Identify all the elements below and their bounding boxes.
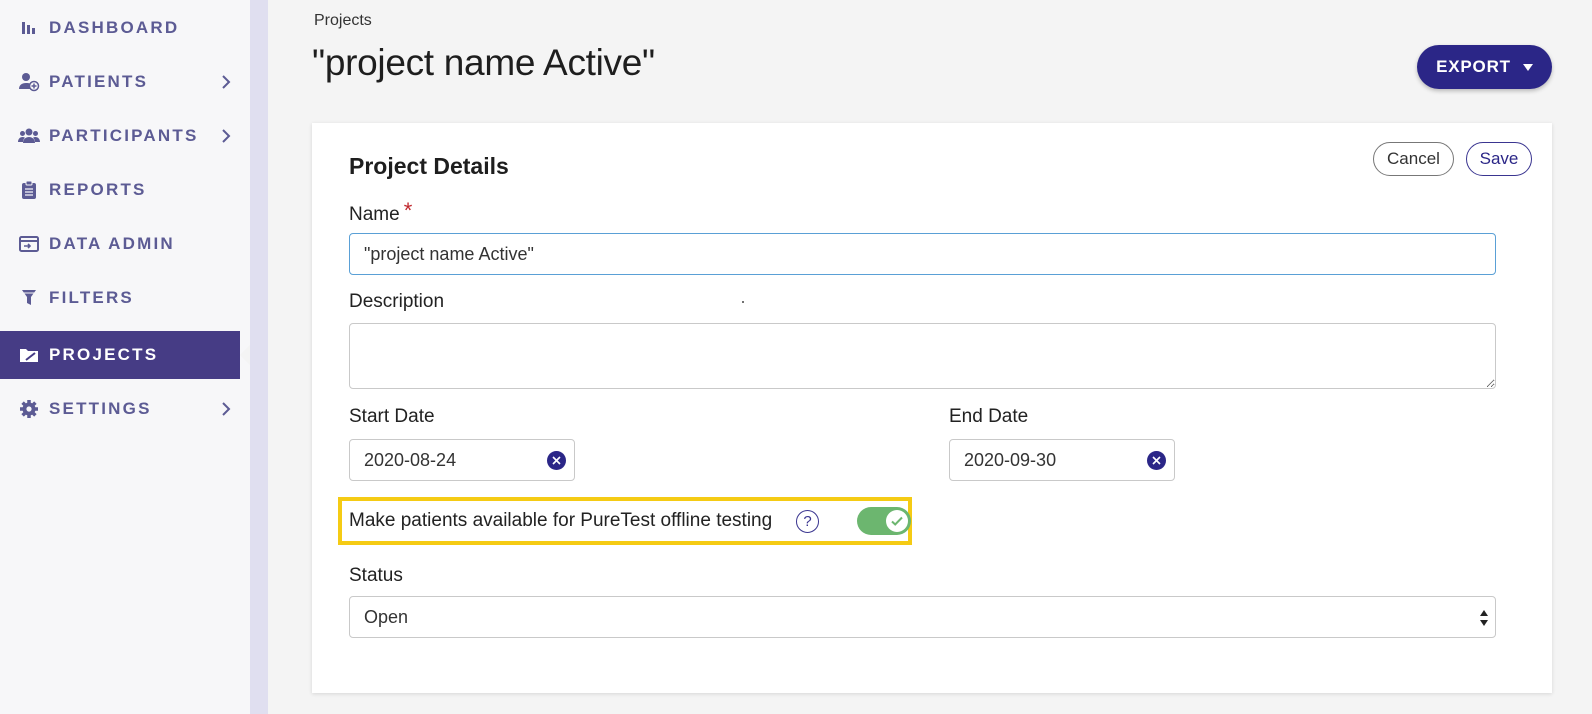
sidebar-item-label: PARTICIPANTS: [49, 126, 199, 145]
offline-testing-toggle[interactable]: [857, 507, 911, 535]
sidebar-item-label: FILTERS: [49, 288, 134, 307]
sidebar: DASHBOARD PATIENTS PARTICIPANTS REPORTS …: [0, 0, 250, 714]
add-user-icon: [18, 71, 40, 93]
sidebar-item-label: DATA ADMIN: [49, 234, 175, 253]
start-date-value: 2020-08-24: [364, 449, 457, 470]
description-textarea[interactable]: [349, 323, 1496, 389]
sidebar-item-patients[interactable]: PATIENTS: [0, 58, 240, 106]
sidebar-item-label: PROJECTS: [49, 345, 159, 364]
check-icon: [891, 516, 903, 526]
clipboard-icon: [18, 179, 40, 201]
sidebar-divider: [250, 0, 268, 714]
sidebar-item-filters[interactable]: FILTERS: [0, 274, 240, 322]
sidebar-item-reports[interactable]: REPORTS: [0, 166, 240, 214]
name-input[interactable]: [349, 233, 1496, 275]
help-icon[interactable]: ?: [796, 510, 819, 533]
export-button-label: EXPORT: [1436, 57, 1511, 76]
status-select[interactable]: Open: [349, 596, 1496, 638]
sidebar-item-label: PATIENTS: [49, 72, 149, 91]
end-date-value: 2020-09-30: [964, 449, 1057, 470]
export-button[interactable]: EXPORT: [1417, 45, 1552, 89]
project-details-card: Project Details Cancel Save Name* Descri…: [312, 123, 1552, 693]
status-selected-value: Open: [364, 606, 409, 627]
caret-down-icon: [1522, 63, 1533, 71]
status-label: Status: [349, 565, 403, 586]
page-title: "project name Active": [312, 42, 655, 83]
sidebar-item-dashboard[interactable]: DASHBOARD: [0, 4, 240, 52]
sidebar-item-projects[interactable]: PROJECTS: [0, 331, 250, 379]
end-date-input[interactable]: 2020-09-30: [949, 439, 1175, 481]
name-label-text: Name: [349, 204, 400, 225]
toggle-knob: [886, 510, 908, 532]
sidebar-item-participants[interactable]: PARTICIPANTS: [0, 112, 240, 160]
sidebar-item-data-admin[interactable]: DATA ADMIN: [0, 220, 240, 268]
chevron-right-icon[interactable]: [216, 399, 236, 419]
offline-testing-label: Make patients available for PureTest off…: [349, 510, 773, 531]
gear-icon: [18, 398, 40, 420]
required-asterisk: *: [403, 198, 413, 223]
start-date-label: Start Date: [349, 406, 435, 427]
end-date-label: End Date: [949, 406, 1029, 427]
users-icon: [18, 125, 40, 147]
stray-dot: [742, 301, 744, 303]
card-title: Project Details: [349, 153, 509, 179]
name-label: Name *: [349, 198, 413, 226]
data-admin-icon: [18, 233, 40, 255]
chevron-right-icon[interactable]: [216, 126, 236, 146]
cancel-button[interactable]: Cancel: [1373, 142, 1454, 176]
save-button[interactable]: Save: [1466, 142, 1532, 176]
sidebar-item-label: DASHBOARD: [49, 18, 180, 37]
chevron-right-icon[interactable]: [216, 72, 236, 92]
select-arrows-icon: [1480, 610, 1488, 626]
projects-icon: [18, 344, 40, 366]
filter-icon: [18, 287, 40, 309]
start-date-input[interactable]: 2020-08-24: [349, 439, 575, 481]
sidebar-item-label: SETTINGS: [49, 399, 152, 418]
breadcrumb[interactable]: Projects: [314, 12, 372, 30]
description-label: Description: [349, 291, 445, 312]
sidebar-item-settings[interactable]: SETTINGS: [0, 385, 240, 433]
clear-icon[interactable]: [547, 451, 566, 470]
sidebar-item-label: REPORTS: [49, 180, 147, 199]
bar-chart-icon: [18, 17, 40, 39]
clear-icon[interactable]: [1147, 451, 1166, 470]
